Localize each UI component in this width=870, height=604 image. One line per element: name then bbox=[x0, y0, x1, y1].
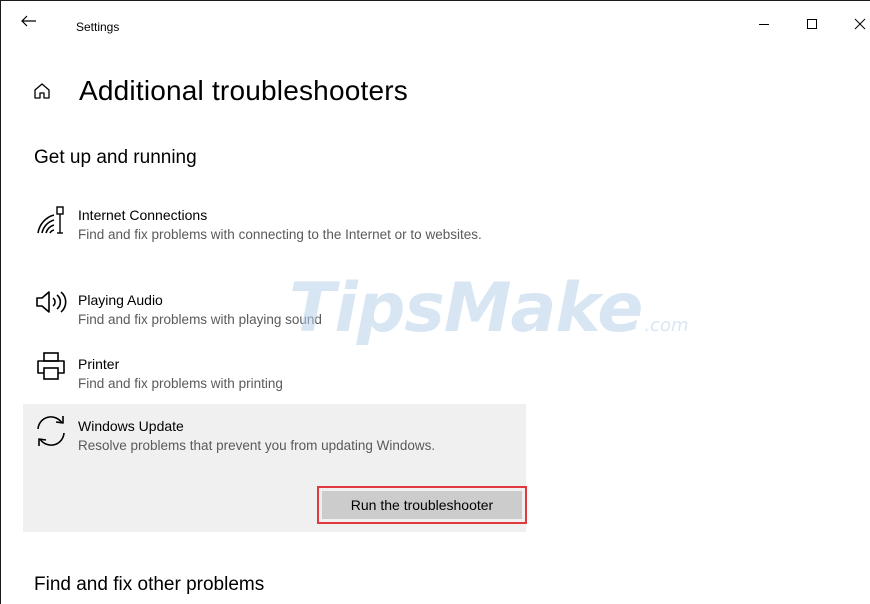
back-arrow-icon bbox=[21, 15, 36, 27]
close-button[interactable] bbox=[843, 13, 870, 35]
home-icon[interactable] bbox=[31, 80, 53, 102]
minimize-button[interactable] bbox=[747, 13, 781, 35]
troubleshooter-printer[interactable]: Printer Find and fix problems with print… bbox=[23, 347, 526, 397]
watermark-suffix: .com bbox=[644, 315, 689, 336]
run-troubleshooter-button[interactable]: Run the troubleshooter bbox=[322, 491, 522, 519]
item-description: Find and fix problems with connecting to… bbox=[78, 227, 482, 242]
maximize-icon bbox=[807, 19, 817, 29]
page-heading: Additional troubleshooters bbox=[31, 73, 408, 109]
item-description: Find and fix problems with printing bbox=[78, 376, 283, 391]
troubleshooter-internet-connections[interactable]: Internet Connections Find and fix proble… bbox=[23, 199, 526, 271]
page-title: Additional troubleshooters bbox=[79, 75, 408, 106]
item-name: Printer bbox=[78, 356, 120, 372]
item-name: Windows Update bbox=[78, 418, 184, 434]
window-title: Settings bbox=[76, 20, 120, 34]
maximize-button[interactable] bbox=[795, 13, 829, 35]
item-description: Resolve problems that prevent you from u… bbox=[78, 438, 436, 453]
speaker-icon bbox=[33, 287, 69, 317]
back-button[interactable] bbox=[15, 10, 43, 32]
sync-icon bbox=[33, 416, 69, 446]
wifi-network-icon bbox=[33, 205, 69, 235]
close-icon bbox=[854, 18, 866, 30]
item-name: Internet Connections bbox=[78, 207, 208, 223]
run-troubleshooter-highlight: Run the troubleshooter bbox=[317, 486, 527, 524]
printer-icon bbox=[33, 351, 69, 381]
troubleshooter-playing-audio[interactable]: Playing Audio Find and fix problems with… bbox=[23, 285, 526, 335]
item-name: Playing Audio bbox=[78, 292, 163, 308]
settings-window: Settings Additional troubleshooters Get … bbox=[0, 0, 870, 604]
minimize-icon bbox=[759, 24, 769, 25]
title-bar: Settings bbox=[1, 1, 870, 41]
section-title-find-fix-other: Find and fix other problems bbox=[34, 574, 265, 595]
section-title-get-up-running: Get up and running bbox=[34, 147, 197, 168]
item-description: Find and fix problems with playing sound bbox=[78, 312, 322, 327]
